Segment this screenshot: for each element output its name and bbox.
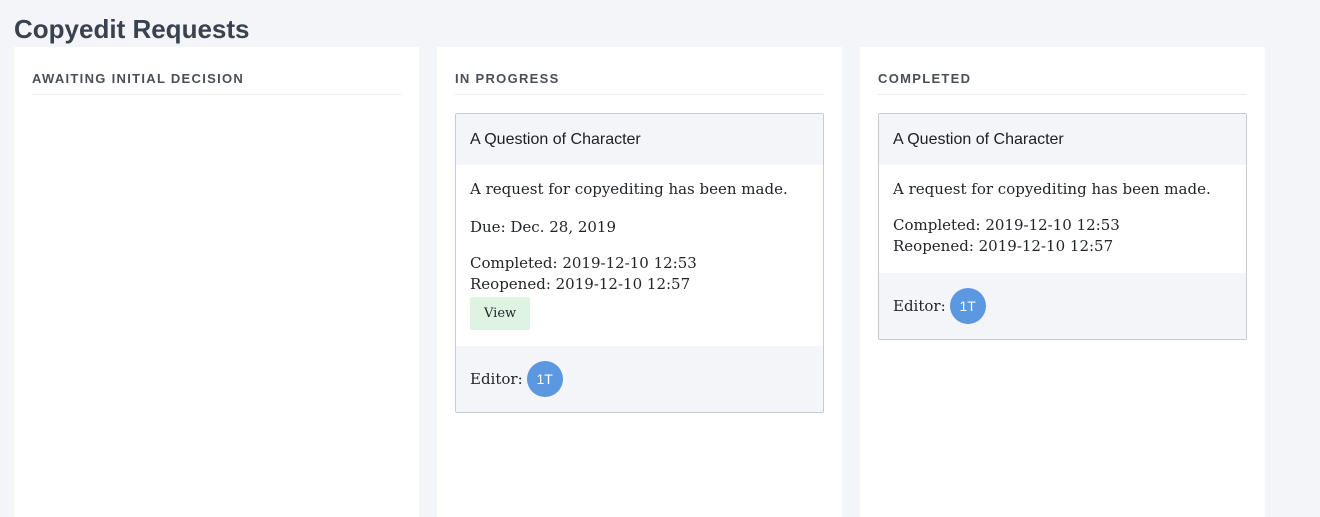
editor-label: Editor: — [893, 297, 946, 315]
column-awaiting-initial-decision: AWAITING INITIAL DECISION — [14, 47, 419, 517]
completed-timestamp: Completed: 2019-12-10 12:53 — [893, 216, 1120, 234]
editor-avatar[interactable]: 1T — [526, 361, 563, 397]
reopened-timestamp: Reopened: 2019-12-10 12:57 — [893, 237, 1114, 255]
reopened-timestamp: Reopened: 2019-12-10 12:57 — [470, 275, 691, 293]
view-button[interactable]: View — [470, 297, 531, 330]
column-completed: COMPLETED A Question of Character A requ… — [860, 47, 1265, 517]
card-body: A request for copyediting has been made.… — [456, 165, 823, 346]
column-header: AWAITING INITIAL DECISION — [32, 71, 401, 95]
due-date: Due: Dec. 28, 2019 — [470, 218, 617, 236]
card-message: A request for copyediting has been made. — [893, 180, 1211, 198]
card-footer: Editor: 1T — [456, 346, 823, 412]
card-title: A Question of Character — [879, 114, 1246, 165]
column-header: IN PROGRESS — [455, 71, 824, 95]
request-card: A Question of Character A request for co… — [455, 113, 824, 413]
column-header: COMPLETED — [878, 71, 1247, 95]
card-message: A request for copyediting has been made. — [470, 180, 788, 198]
card-footer: Editor: 1T — [879, 273, 1246, 339]
request-card: A Question of Character A request for co… — [878, 113, 1247, 340]
completed-timestamp: Completed: 2019-12-10 12:53 — [470, 254, 697, 272]
editor-avatar[interactable]: 1T — [949, 288, 986, 324]
page-title: Copyedit Requests — [14, 14, 250, 44]
card-title: A Question of Character — [456, 114, 823, 165]
card-body: A request for copyediting has been made.… — [879, 165, 1246, 273]
editor-label: Editor: — [470, 370, 523, 388]
column-in-progress: IN PROGRESS A Question of Character A re… — [437, 47, 842, 517]
